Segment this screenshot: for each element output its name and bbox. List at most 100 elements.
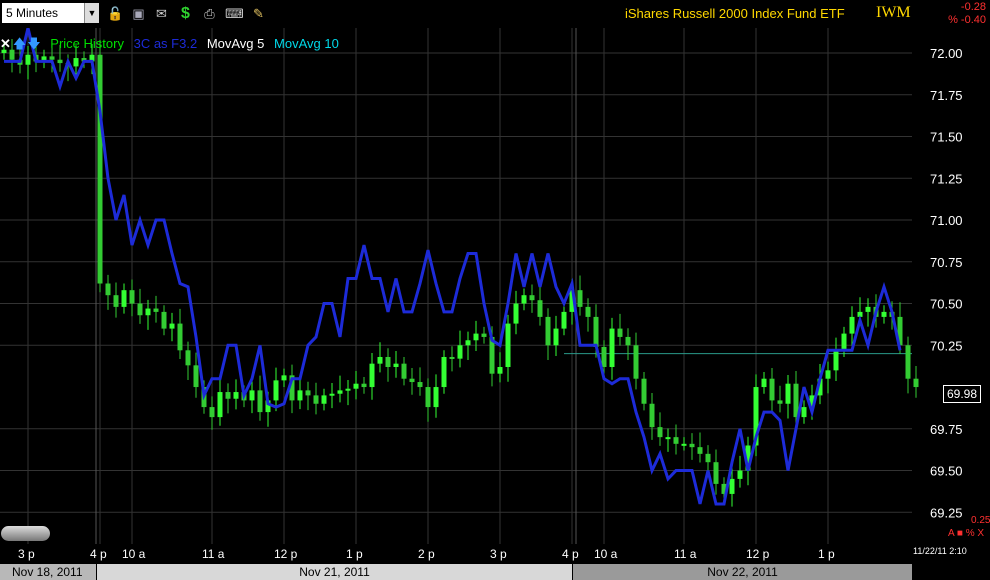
candle-body	[161, 311, 167, 329]
candle-body	[321, 395, 327, 404]
candle-body	[233, 392, 239, 399]
candle-body	[505, 323, 511, 368]
save-icon[interactable]: ▣	[130, 5, 147, 22]
candle-body	[777, 400, 783, 404]
print-icon[interactable]: ⎙	[201, 5, 218, 22]
price-chart[interactable]: 72.00 71.75 71.50 71.25 71.00 70.75 70.50 70.25…	[0, 28, 990, 564]
chevron-down-icon[interactable]: ▼	[84, 3, 99, 23]
interval-value: 5 Minutes	[6, 6, 59, 20]
candle-body	[193, 365, 199, 388]
candle-body	[649, 403, 655, 428]
candle-body	[529, 295, 535, 301]
last-price-label: 69.98	[943, 385, 981, 403]
candle-body	[601, 346, 607, 368]
candle-body	[105, 283, 111, 296]
candle-body	[641, 378, 647, 404]
x-tick-label: 12 p	[274, 547, 298, 561]
candle-body	[137, 303, 143, 316]
candle-body	[673, 437, 679, 444]
candle-body	[169, 323, 175, 329]
legend-movavg-10[interactable]: MovAvg 10	[274, 36, 339, 51]
candle-body	[305, 390, 311, 396]
arrow-down-icon[interactable]: 🡇	[27, 36, 40, 51]
ticker-symbol: IWM	[876, 4, 911, 21]
candle-body	[465, 340, 471, 346]
candle-body	[313, 395, 319, 404]
interval-select[interactable]: 5 Minutes ▼	[2, 3, 99, 23]
candle-body	[497, 367, 503, 374]
candle-body	[185, 350, 191, 366]
candle-body	[657, 427, 663, 438]
x-tick-label: 11 a	[674, 547, 697, 561]
candle-body	[57, 59, 63, 64]
y-tick-label: 71.00	[930, 213, 963, 228]
x-tick-label: 11 a	[202, 547, 225, 561]
candle-body	[801, 407, 807, 418]
candle-body	[697, 447, 703, 454]
candle-body	[553, 328, 559, 346]
x-tick-label: 1 p	[346, 547, 363, 561]
y-tick-label: 72.00	[930, 46, 963, 61]
candle-body	[585, 306, 591, 317]
sub-panel-value: 0.25	[971, 515, 990, 526]
candle-body	[513, 303, 519, 324]
y-tick-label: 69.25	[930, 505, 963, 520]
candle-body	[97, 54, 103, 284]
candle-body	[617, 328, 623, 337]
candle-body	[457, 345, 463, 359]
candle-body	[337, 390, 343, 394]
y-tick-label: 71.50	[930, 130, 963, 145]
date-segment-1: Nov 18, 2011	[0, 564, 96, 580]
mail-icon[interactable]: ✉	[153, 5, 170, 22]
candle-body	[433, 387, 439, 408]
y-tick-label: 70.50	[930, 297, 963, 312]
candle-body	[417, 382, 423, 388]
candle-body	[209, 407, 215, 418]
toolbar: 5 Minutes ▼ 🔓 ▣ ✉ $ ⎙ ⌨ ✎ iShares Russel…	[0, 0, 990, 28]
candle-body	[625, 336, 631, 346]
legend-movavg-5[interactable]: MovAvg 5	[207, 36, 265, 51]
x-tick-label: 4 p	[562, 547, 579, 561]
y-tick-label: 70.75	[930, 255, 963, 270]
candle-body	[537, 300, 543, 317]
candle-body	[521, 295, 527, 304]
lock-icon[interactable]: 🔓	[107, 5, 124, 22]
chart-scrollbar[interactable]	[1, 526, 50, 541]
close-icon[interactable]: ✕	[0, 36, 11, 51]
dollar-icon[interactable]: $	[177, 5, 194, 22]
candle-body	[713, 462, 719, 484]
arrow-up-icon[interactable]: 🡅	[13, 36, 26, 51]
candle-body	[689, 443, 695, 448]
candle-body	[609, 328, 615, 368]
y-tick-label: 71.25	[930, 171, 963, 186]
date-segment-3: Nov 22, 2011	[573, 564, 912, 580]
candle-body	[329, 393, 335, 396]
keyboard-icon[interactable]: ⌨	[225, 5, 244, 22]
candle-body	[737, 470, 743, 479]
pencil-icon[interactable]: ✎	[250, 5, 267, 22]
candle-body	[881, 311, 887, 317]
sub-panel-controls[interactable]: A ■ % X	[948, 528, 984, 539]
candle-body	[257, 390, 263, 413]
legend-price-history[interactable]: Price History	[50, 36, 124, 51]
legend-3c-indicator[interactable]: 3C as F3.2	[134, 36, 198, 51]
x-tick-label: 4 p	[90, 547, 107, 561]
candle-body	[297, 390, 303, 401]
candle-body	[153, 308, 159, 312]
candle-body	[369, 363, 375, 388]
candle-body	[385, 356, 391, 368]
y-tick-label: 69.75	[930, 422, 963, 437]
fund-name: iShares Russell 2000 Index Fund ETF	[625, 6, 845, 21]
candle-body	[25, 54, 31, 65]
candle-body	[833, 350, 839, 371]
candle-body	[401, 363, 407, 379]
candle-body	[449, 356, 455, 359]
candle-body	[841, 333, 847, 351]
candle-body	[345, 388, 351, 391]
candle-body	[849, 316, 855, 334]
candle-body	[425, 387, 431, 408]
candle-body	[113, 295, 119, 307]
timestamp: 11/22/11 2:10	[913, 546, 967, 556]
candle-body	[393, 363, 399, 368]
candle-body	[121, 290, 127, 307]
